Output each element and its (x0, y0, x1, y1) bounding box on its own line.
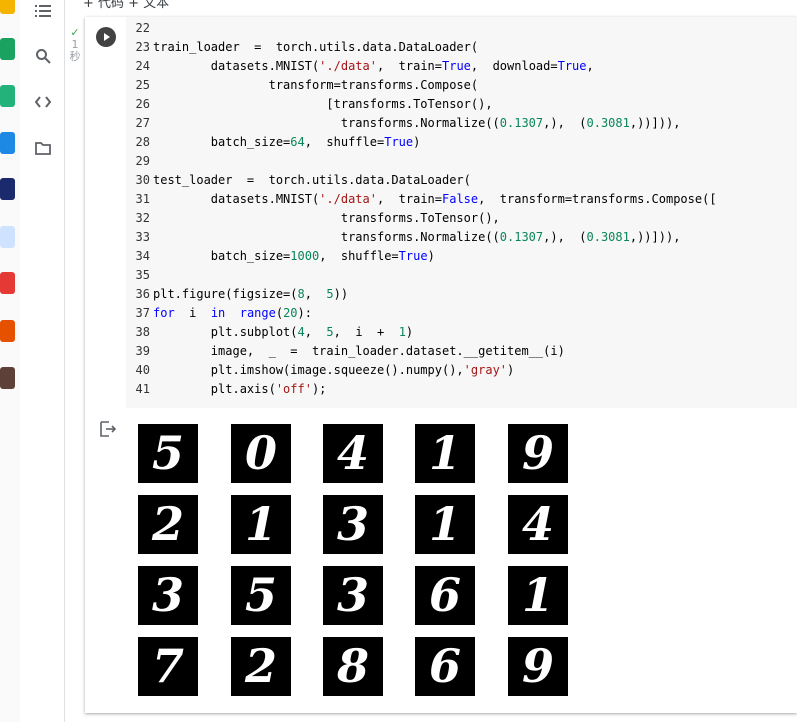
taskbar-game-icon[interactable] (0, 320, 15, 342)
mnist-digit-image: 5 (231, 566, 291, 625)
mnist-digit-image: 9 (508, 637, 568, 696)
digit-glyph: 4 (336, 426, 369, 480)
mnist-digit-image: 3 (323, 495, 383, 554)
code-line[interactable]: transforms.Normalize((0.1307,), (0.3081,… (153, 114, 681, 133)
play-icon[interactable] (96, 27, 116, 47)
menu-icon[interactable] (32, 0, 54, 22)
code-line[interactable]: plt.subplot(4, 5, i + 1) (153, 323, 413, 342)
line-number: 29 (135, 154, 150, 168)
add-cell-buttons[interactable]: + 代码 + 文本 (83, 0, 169, 11)
mnist-digit-image: 1 (415, 495, 475, 554)
code-line[interactable]: transforms.Normalize((0.1307,), (0.3081,… (153, 228, 681, 247)
mnist-digit-image: 1 (231, 495, 291, 554)
digit-glyph: 1 (428, 426, 461, 480)
mnist-digit-image: 3 (323, 566, 383, 625)
digit-glyph: 3 (151, 568, 184, 622)
code-line[interactable]: [transforms.ToTensor(), (153, 95, 492, 114)
line-number: 30 (135, 173, 150, 187)
digit-glyph: 6 (428, 639, 461, 693)
mnist-digit-image: 4 (323, 424, 383, 483)
line-number: 35 (135, 268, 150, 282)
line-number: 32 (135, 211, 150, 225)
code-line[interactable]: datasets.MNIST('./data', train=True, dow… (153, 57, 594, 76)
line-number: 31 (135, 192, 150, 206)
mnist-digit-image: 6 (415, 637, 475, 696)
mnist-digit-image: 5 (138, 424, 198, 483)
digit-glyph: 9 (521, 639, 554, 693)
digit-glyph: 5 (244, 568, 277, 622)
taskbar-app-icon[interactable] (0, 272, 15, 294)
code-line[interactable]: transforms.ToTensor(), (153, 209, 500, 228)
line-number: 39 (135, 344, 150, 358)
code-line[interactable]: image, _ = train_loader.dataset.__getite… (153, 342, 565, 361)
mnist-digit-image: 9 (508, 424, 568, 483)
line-number: 27 (135, 116, 150, 130)
exec-unit: 秒 (69, 50, 81, 63)
mnist-digit-image: 2 (231, 637, 291, 696)
line-number: 28 (135, 135, 150, 149)
digit-glyph: 4 (521, 497, 554, 551)
code-line[interactable]: transform=transforms.Compose( (153, 76, 479, 95)
mnist-digit-image: 6 (415, 566, 475, 625)
line-number: 24 (135, 59, 150, 73)
mnist-digit-image: 1 (508, 566, 568, 625)
digit-glyph: 1 (244, 497, 277, 551)
taskbar-app-icon[interactable] (0, 132, 15, 154)
line-number: 38 (135, 325, 150, 339)
digit-glyph: 3 (336, 497, 369, 551)
mnist-digit-image: 2 (138, 495, 198, 554)
search-icon[interactable] (32, 45, 54, 67)
line-number: 22 (135, 21, 150, 35)
folder-icon[interactable] (32, 137, 54, 159)
code-line[interactable]: datasets.MNIST('./data', train=False, tr… (153, 190, 717, 209)
code-icon[interactable] (32, 91, 54, 113)
colab-sidebar (20, 0, 65, 722)
mnist-digit-image: 8 (323, 637, 383, 696)
digit-glyph: 7 (151, 639, 184, 693)
code-line[interactable]: plt.figure(figsize=(8, 5)) (153, 285, 348, 304)
digit-glyph: 2 (151, 497, 184, 551)
line-number: 23 (135, 40, 150, 54)
code-line[interactable]: for i in range(20): (153, 304, 312, 323)
taskbar (0, 0, 20, 722)
code-line[interactable]: batch_size=64, shuffle=True) (153, 133, 421, 152)
digit-glyph: 8 (336, 639, 369, 693)
digit-glyph: 2 (244, 639, 277, 693)
mnist-digit-image: 4 (508, 495, 568, 554)
digit-glyph: 5 (151, 426, 184, 480)
line-number: 41 (135, 382, 150, 396)
taskbar-doc-icon[interactable] (0, 226, 15, 248)
digit-glyph: 6 (428, 568, 461, 622)
line-number: 25 (135, 78, 150, 92)
line-number: 26 (135, 97, 150, 111)
line-number: 33 (135, 230, 150, 244)
code-line[interactable]: plt.axis('off'); (153, 380, 327, 399)
taskbar-game-icon[interactable] (0, 367, 15, 389)
code-line[interactable]: batch_size=1000, shuffle=True) (153, 247, 435, 266)
line-number: 37 (135, 306, 150, 320)
code-line[interactable]: train_loader = torch.utils.data.DataLoad… (153, 38, 478, 57)
output-toggle-icon[interactable] (100, 421, 117, 437)
digit-glyph: 1 (521, 568, 554, 622)
taskbar-mail-icon[interactable] (0, 38, 15, 60)
mnist-digit-image: 0 (231, 424, 291, 483)
code-line[interactable]: plt.imshow(image.squeeze().numpy(),'gray… (153, 361, 514, 380)
digit-glyph: 9 (521, 426, 554, 480)
line-number: 34 (135, 249, 150, 263)
mnist-digit-image: 7 (138, 637, 198, 696)
mnist-digit-image: 1 (415, 424, 475, 483)
execution-status: ✓ 1 秒 (68, 27, 82, 63)
line-number: 40 (135, 363, 150, 377)
digit-glyph: 1 (428, 497, 461, 551)
notebook-toolbar: + 代码 + 文本 (65, 0, 797, 15)
taskbar-app-icon[interactable] (0, 0, 15, 14)
code-line[interactable]: test_loader = torch.utils.data.DataLoade… (153, 171, 471, 190)
taskbar-app-icon[interactable] (0, 178, 15, 200)
line-number: 36 (135, 287, 150, 301)
mnist-digit-image: 3 (138, 566, 198, 625)
digit-glyph: 3 (336, 568, 369, 622)
taskbar-link-icon[interactable] (0, 85, 15, 107)
digit-glyph: 0 (244, 426, 277, 480)
